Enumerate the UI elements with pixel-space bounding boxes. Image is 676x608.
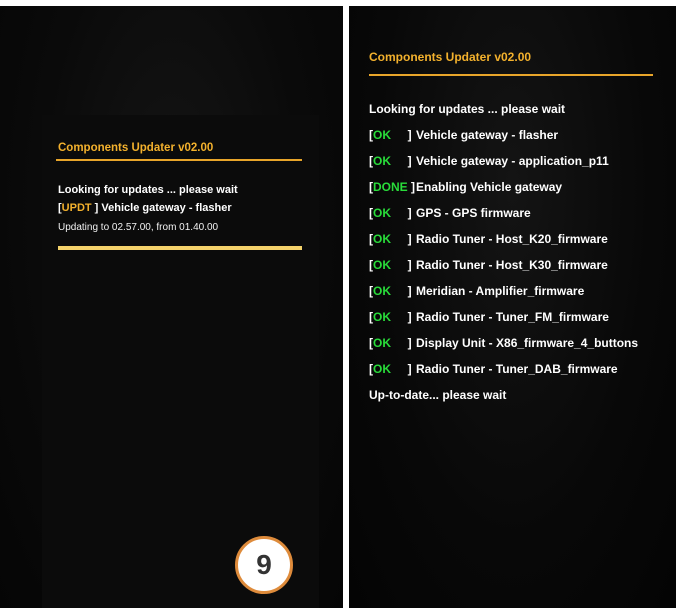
left-status-close-bracket: ] bbox=[91, 202, 102, 214]
update-progress-fill bbox=[58, 246, 302, 250]
status-close-bracket: ] bbox=[407, 180, 416, 194]
status-code: DONE bbox=[373, 180, 408, 194]
status-indicator: [OK ] bbox=[369, 128, 416, 142]
status-indicator: [OK ] bbox=[369, 258, 416, 272]
status-indicator: [OK ] bbox=[369, 362, 416, 376]
left-looking-line: Looking for updates ... please wait bbox=[58, 184, 238, 196]
status-close-bracket: ] bbox=[391, 154, 412, 168]
status-indicator: [OK ] bbox=[369, 336, 416, 350]
component-status-row: [OK ] Display Unit - X86_firmware_4_butto… bbox=[369, 336, 638, 350]
component-status-row: [OK ] Radio Tuner - Tuner_DAB_firmware bbox=[369, 362, 618, 376]
left-screen-panel: Components Updater v02.00 Looking for up… bbox=[0, 6, 343, 608]
component-status-row: [DONE ]Enabling Vehicle gateway bbox=[369, 180, 562, 194]
status-indicator: [OK ] bbox=[369, 232, 416, 246]
status-code: OK bbox=[373, 258, 391, 272]
status-indicator: [OK ] bbox=[369, 206, 416, 220]
component-status-row: [OK ] GPS - GPS firmware bbox=[369, 206, 531, 220]
status-close-bracket: ] bbox=[391, 258, 412, 272]
status-indicator: [OK ] bbox=[369, 310, 416, 324]
status-close-bracket: ] bbox=[391, 310, 412, 324]
update-progress-bar bbox=[58, 246, 302, 250]
right-looking-line: Looking for updates ... please wait bbox=[369, 102, 566, 116]
left-status-updt: UPDT bbox=[61, 202, 92, 214]
status-close-bracket: ] bbox=[391, 128, 412, 142]
status-close-bracket: ] bbox=[391, 362, 412, 376]
component-label: Radio Tuner - Host_K20_firmware bbox=[416, 232, 608, 246]
component-status-row: [OK ] Meridian - Amplifier_firmware bbox=[369, 284, 584, 298]
component-label: GPS - GPS firmware bbox=[416, 206, 531, 220]
step-badge-9: 9 bbox=[235, 536, 293, 594]
component-status-row: [OK ] Vehicle gateway - application_p11 bbox=[369, 154, 609, 168]
left-version-line: Updating to 02.57.00, from 01.40.00 bbox=[58, 222, 219, 233]
component-label: Display Unit - X86_firmware_4_buttons bbox=[416, 336, 639, 350]
status-close-bracket: ] bbox=[391, 336, 412, 350]
status-code: OK bbox=[373, 232, 391, 246]
left-title-rule bbox=[56, 159, 302, 161]
right-up-to-date-line: Up-to-date... please wait bbox=[369, 388, 507, 402]
status-indicator: [OK ] bbox=[369, 154, 416, 168]
right-screen-panel: Components Updater v02.00 Looking for up… bbox=[349, 6, 676, 608]
status-indicator: [OK ] bbox=[369, 284, 416, 298]
component-status-row: [OK ] Vehicle gateway - flasher bbox=[369, 128, 558, 142]
component-label: Vehicle gateway - flasher bbox=[416, 128, 559, 142]
component-label: Enabling Vehicle gateway bbox=[416, 180, 563, 194]
component-label: Radio Tuner - Host_K30_firmware bbox=[416, 258, 608, 272]
status-code: OK bbox=[373, 310, 391, 324]
left-update-label: Vehicle gateway - flasher bbox=[101, 202, 232, 214]
status-code: OK bbox=[373, 336, 391, 350]
component-label: Radio Tuner - Tuner_FM_firmware bbox=[416, 310, 609, 324]
status-code: OK bbox=[373, 128, 391, 142]
component-status-row: [OK ] Radio Tuner - Host_K20_firmware bbox=[369, 232, 608, 246]
status-code: OK bbox=[373, 362, 391, 376]
status-close-bracket: ] bbox=[391, 232, 412, 246]
component-status-row: [OK ] Radio Tuner - Tuner_FM_firmware bbox=[369, 310, 609, 324]
component-status-row: [OK ] Radio Tuner - Host_K30_firmware bbox=[369, 258, 608, 272]
component-label: Radio Tuner - Tuner_DAB_firmware bbox=[416, 362, 618, 376]
component-label: Meridian - Amplifier_firmware bbox=[416, 284, 585, 298]
status-code: OK bbox=[373, 154, 391, 168]
status-close-bracket: ] bbox=[391, 284, 412, 298]
component-label: Vehicle gateway - application_p11 bbox=[416, 154, 609, 168]
right-title-rule bbox=[369, 74, 653, 76]
status-code: OK bbox=[373, 206, 391, 220]
status-indicator: [DONE ] bbox=[369, 180, 416, 194]
right-screen-title: Components Updater v02.00 bbox=[369, 50, 532, 64]
status-close-bracket: ] bbox=[391, 206, 412, 220]
left-screen-title: Components Updater v02.00 bbox=[58, 142, 214, 154]
left-update-line: [UPDT ] Vehicle gateway - flasher bbox=[58, 202, 232, 214]
status-code: OK bbox=[373, 284, 391, 298]
